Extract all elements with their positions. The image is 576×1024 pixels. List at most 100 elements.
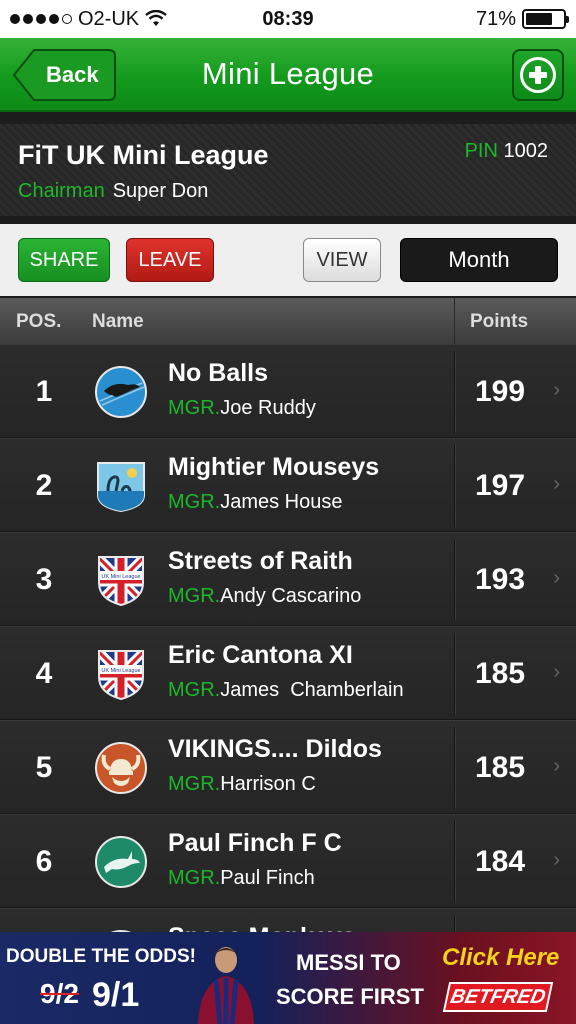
manager-line: MGR.Harrison C: [168, 773, 316, 796]
mgr-prefix: MGR.: [168, 397, 221, 419]
ad-line2: SCORE FIRST: [276, 984, 424, 1009]
league-controls: SHARE LEAVE VIEW Month: [0, 224, 576, 296]
manager-name: Harrison C: [220, 773, 316, 795]
manager-name: Joe Ruddy: [220, 397, 316, 419]
standings-list: 1 No Balls MGR.Joe Ruddy 199 › 2 Mightie…: [0, 344, 576, 1002]
manager-line: MGR.Joe Ruddy: [168, 397, 316, 420]
row-position: 6: [35, 845, 53, 878]
row-position: 1: [35, 375, 53, 408]
team-points: 184: [474, 845, 526, 878]
team-name: No Balls: [168, 359, 269, 387]
league-info-panel: FiT UK Mini League PIN 1002 Chairman Supe…: [0, 124, 576, 216]
mgr-prefix: MGR.: [168, 867, 221, 889]
ad-odds-new: 9/1: [92, 976, 140, 1014]
battery-percent: 71%: [475, 7, 516, 30]
mgr-prefix: MGR.: [168, 679, 221, 701]
chevron-right-icon: ›: [553, 661, 560, 683]
team-name: Mightier Mouseys: [168, 453, 380, 481]
battery-icon: [522, 9, 569, 29]
team-points: 197: [474, 469, 526, 502]
shark-badge-icon: [95, 836, 147, 888]
chevron-right-icon: ›: [553, 473, 560, 495]
plus-circle-icon: [520, 57, 556, 93]
league-pin: PIN 1002: [465, 140, 548, 163]
manager-line: MGR.James Chamberlain: [168, 679, 404, 702]
team-name: VIKINGS.... Dildos: [168, 735, 382, 763]
shield-text: UK Mini League: [101, 574, 140, 580]
ad-cta[interactable]: Click Here: [442, 944, 559, 972]
carrier-signal: O2-UK: [10, 8, 167, 31]
chairman-name: Super Don: [112, 180, 209, 202]
manager-name: Paul Finch: [220, 867, 315, 889]
page-title: Mini League: [201, 56, 375, 91]
chevron-right-icon: ›: [553, 849, 560, 871]
ad-headline: DOUBLE THE ODDS!: [6, 946, 196, 967]
chairman-label: Chairman: [18, 180, 105, 202]
row-position: 2: [35, 469, 53, 502]
view-button[interactable]: VIEW: [303, 238, 381, 282]
points-divider: [454, 539, 455, 621]
column-name: Name: [92, 311, 144, 332]
ad-odds-old: 9/2: [40, 978, 79, 1009]
column-pos: POS.: [16, 311, 62, 332]
table-row[interactable]: 3 UK Mini League Streets of Raith MGR.An…: [0, 532, 576, 626]
status-bar: O2-UK 08:39 71%: [0, 0, 576, 38]
chevron-right-icon: ›: [553, 567, 560, 589]
union-jack-shield-icon: UK Mini League: [98, 556, 144, 607]
team-points: 193: [474, 563, 526, 596]
viking-helmet-badge-icon: [95, 742, 147, 794]
otter-badge-icon: [95, 366, 147, 418]
ad-brand: BETFRED: [442, 982, 554, 1012]
team-points: 199: [474, 375, 526, 408]
loch-ness-badge-icon: [97, 462, 145, 513]
points-divider: [454, 821, 455, 903]
mgr-prefix: MGR.: [168, 773, 221, 795]
table-row[interactable]: 5 VIKINGS.... Dildos MGR.Harrison C 185 …: [0, 720, 576, 814]
battery-level: [526, 13, 552, 25]
nav-header: Back Mini League: [0, 38, 576, 112]
ad-line1: MESSI TO: [296, 950, 401, 975]
pin-value: 1002: [503, 140, 549, 162]
team-name: Eric Cantona XI: [168, 641, 353, 669]
mgr-prefix: MGR.: [168, 585, 221, 607]
team-points: 185: [474, 751, 526, 784]
back-button[interactable]: Back: [12, 49, 116, 101]
league-chairman: Chairman Super Don: [18, 180, 208, 203]
points-divider: [454, 633, 455, 715]
table-row[interactable]: 2 Mightier Mouseys MGR.James House 197 ›: [0, 438, 576, 532]
period-selector[interactable]: Month: [400, 238, 558, 282]
ad-banner[interactable]: DOUBLE THE ODDS! 9/2 9/1 MESSI TO SCORE …: [0, 932, 576, 1024]
chevron-right-icon: ›: [553, 379, 560, 401]
table-row[interactable]: 4 UK Mini League Eric Cantona XI MGR.Jam…: [0, 626, 576, 720]
add-button[interactable]: [512, 49, 564, 101]
table-row[interactable]: 1 No Balls MGR.Joe Ruddy 199 ›: [0, 344, 576, 438]
mgr-prefix: MGR.: [168, 491, 221, 513]
manager-line: MGR.Andy Cascarino: [168, 585, 361, 608]
manager-name: Andy Cascarino: [220, 585, 362, 607]
points-divider: [454, 727, 455, 809]
battery-status: 71%: [475, 7, 569, 31]
pin-label: PIN: [464, 140, 498, 162]
row-position: 3: [35, 563, 53, 596]
union-jack-shield-icon: UK Mini League: [98, 650, 144, 701]
manager-name: James House: [220, 491, 343, 513]
points-divider: [454, 351, 455, 433]
column-points: Points: [470, 311, 529, 332]
column-divider: [454, 298, 455, 344]
team-name: Streets of Raith: [168, 547, 353, 575]
table-row[interactable]: 6 Paul Finch F C MGR.Paul Finch 184 ›: [0, 814, 576, 908]
manager-line: MGR.James House: [168, 491, 343, 514]
player-photo-icon: [198, 947, 254, 1024]
points-divider: [454, 445, 455, 527]
standings-header: POS. Name Points: [0, 298, 576, 344]
team-name: Paul Finch F C: [168, 829, 342, 857]
carrier-name: O2-UK: [78, 7, 140, 30]
share-button[interactable]: SHARE: [18, 238, 110, 282]
wifi-icon: [145, 10, 167, 26]
row-position: 5: [35, 751, 53, 784]
leave-button[interactable]: LEAVE: [126, 238, 214, 282]
chevron-right-icon: ›: [553, 755, 560, 777]
manager-name: James Chamberlain: [220, 679, 404, 701]
team-points: 185: [474, 657, 526, 690]
league-name: FiT UK Mini League: [18, 140, 269, 170]
